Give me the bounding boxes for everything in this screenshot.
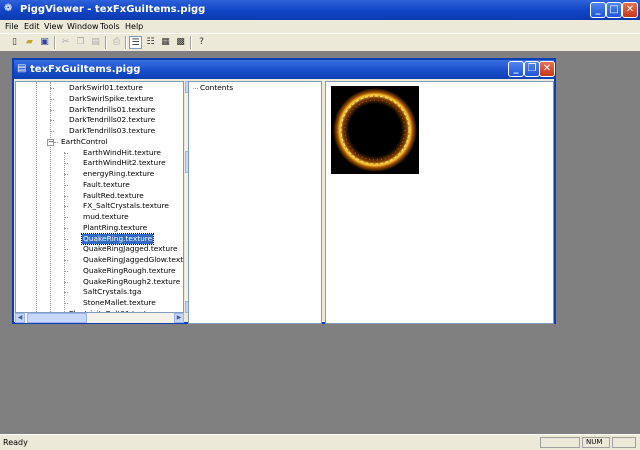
maximize-button[interactable]: □ — [606, 2, 622, 18]
tree-item[interactable]: energyRing.texture — [82, 169, 155, 179]
document-close-button[interactable]: ✕ — [539, 61, 555, 77]
menu-window[interactable]: Window — [67, 22, 99, 31]
maximize-icon: □ — [609, 4, 619, 15]
status-panel — [612, 437, 636, 448]
title-bar[interactable]: ❁ PiggViewer - texFxGuiItems.pigg _ □ ✕ — [0, 0, 640, 20]
tree-item[interactable]: QuakeRing.texture — [80, 232, 155, 245]
copy-icon[interactable]: ❐ — [74, 36, 87, 49]
new-file-icon[interactable]: ▯ — [8, 36, 21, 49]
file-tree[interactable]: DarkSwirl01.texture DarkSwirlSpike.textur… — [15, 81, 184, 313]
status-text: Ready — [3, 438, 28, 447]
menu-tools[interactable]: Tools — [100, 22, 120, 31]
tree-item[interactable]: DarkTendrills03.texture — [68, 126, 156, 136]
horizontal-scroll-thumb[interactable] — [27, 313, 87, 323]
menu-view[interactable]: View — [44, 22, 63, 31]
tree-item[interactable]: SaltCrystals.tga — [82, 287, 142, 297]
window-title: PiggViewer - texFxGuiItems.pigg — [20, 4, 206, 15]
tree-guide-line — [54, 141, 58, 143]
tree-item[interactable]: QuakeRingRough2.texture — [82, 277, 181, 287]
tree-item[interactable]: DarkSwirl01.texture — [68, 83, 144, 93]
toolbar: ▯ ▰ ▣ ✂ ❐ ▤ ⎙ ☰ ☷ ▦ ▩ ? — [0, 33, 640, 51]
paste-icon[interactable]: ▤ — [89, 36, 102, 49]
tree-guide-line — [36, 82, 37, 312]
scroll-right-arrow-icon[interactable]: ▶ — [174, 313, 184, 323]
small-icons-view-icon[interactable]: ▦ — [159, 36, 172, 49]
minimize-icon: _ — [513, 63, 519, 74]
cut-icon[interactable]: ✂ — [59, 36, 72, 49]
tree-guide-line — [50, 98, 54, 100]
print-icon[interactable]: ⎙ — [110, 36, 123, 49]
contents-pane[interactable]: Contents — [188, 81, 322, 324]
tree-horizontal-scrollbar[interactable]: ◀ ▶ — [15, 313, 184, 323]
tree-item[interactable]: FX_SaltCrystals.texture — [82, 201, 170, 211]
app-icon: ❁ — [4, 3, 13, 14]
help-icon[interactable]: ? — [195, 36, 208, 49]
menu-edit[interactable]: Edit — [24, 22, 40, 31]
tree-item[interactable]: mud.texture — [82, 212, 130, 222]
toolbar-separator — [54, 36, 56, 49]
menu-help[interactable]: Help — [125, 22, 143, 31]
document-icon: ▤ — [17, 63, 27, 74]
tree-item[interactable]: StoneMallet.texture — [82, 298, 157, 308]
tree-guide-line — [50, 82, 51, 312]
large-icons-view-icon[interactable]: ▩ — [174, 36, 187, 49]
status-bar: Ready NUM — [0, 434, 640, 450]
tree-guide-line — [50, 131, 54, 132]
tree-guide-line — [50, 109, 54, 111]
close-button[interactable]: ✕ — [622, 2, 638, 18]
tree-item[interactable]: FaultRed.texture — [82, 191, 145, 201]
scroll-left-arrow-icon[interactable]: ◀ — [15, 313, 25, 323]
tree-guide-line — [193, 88, 198, 89]
tree-item[interactable]: QuakeRingRough.texture — [82, 266, 177, 276]
toolbar-separator — [125, 36, 127, 49]
open-folder-icon[interactable]: ▰ — [23, 36, 36, 49]
list-view-icon[interactable]: ☰ — [129, 36, 142, 49]
texture-preview-pane — [325, 81, 554, 324]
close-icon: ✕ — [625, 4, 635, 15]
document-title: texFxGuiItems.pigg — [30, 64, 141, 75]
tree-guide-line — [64, 152, 65, 312]
tree-guide-line — [50, 120, 54, 122]
tree-item[interactable]: EarthWindHit2.texture — [82, 158, 167, 168]
document-title-bar[interactable]: ▤ texFxGuiItems.pigg _ ❐ ✕ — [14, 60, 555, 79]
application-window: ❁ PiggViewer - texFxGuiItems.pigg _ □ ✕ … — [0, 0, 640, 450]
tree-item[interactable]: Fault.texture — [82, 180, 131, 190]
menu-file[interactable]: File — [5, 22, 18, 31]
tree-guide-line — [50, 88, 54, 89]
tree-item[interactable]: QuakeRingJagged.texture — [82, 244, 179, 254]
details-view-icon[interactable]: ☷ — [144, 36, 157, 49]
save-icon[interactable]: ▣ — [38, 36, 51, 49]
tree-item[interactable]: QuakeRingJaggedGlow.texture — [82, 255, 183, 265]
toolbar-separator — [190, 36, 192, 49]
num-lock-indicator: NUM — [582, 437, 610, 448]
restore-icon: ❐ — [527, 63, 537, 74]
contents-label[interactable]: Contents — [200, 83, 233, 92]
minimize-icon: _ — [595, 4, 601, 15]
tree-item[interactable]: PlantRing.texture — [82, 223, 148, 233]
document-maximize-button[interactable]: ❐ — [524, 61, 540, 77]
tree-item[interactable]: EarthWindHit.texture — [82, 148, 162, 158]
document-window: ▤ texFxGuiItems.pigg _ ❐ ✕ DarkSwirl01.t… — [12, 58, 556, 324]
tree-item[interactable]: DarkTendrills01.texture — [68, 105, 156, 115]
toolbar-separator — [105, 36, 107, 49]
status-panel — [540, 437, 580, 448]
quake-ring-image — [331, 86, 419, 174]
document-minimize-button[interactable]: _ — [508, 61, 524, 77]
tree-expander-icon[interactable]: − — [47, 138, 54, 146]
texture-thumbnail — [331, 86, 419, 174]
tree-item[interactable]: DarkTendrills02.texture — [68, 115, 156, 125]
menu-bar: File Edit View Window Tools Help — [0, 20, 640, 33]
tree-folder[interactable]: EarthControl — [60, 137, 109, 147]
tree-item[interactable]: DarkSwirlSpike.texture — [68, 94, 154, 104]
close-icon: ✕ — [542, 63, 552, 74]
minimize-button[interactable]: _ — [590, 2, 606, 18]
